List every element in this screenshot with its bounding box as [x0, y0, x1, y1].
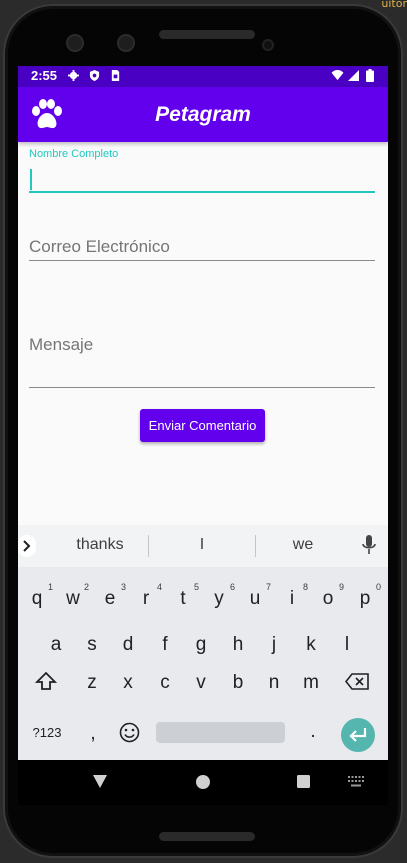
key-row3[interactable]: z [74, 672, 110, 694]
backspace-icon[interactable] [345, 673, 369, 690]
email-input-underline [29, 260, 375, 261]
shift-icon[interactable] [35, 671, 57, 691]
cell-signal-icon [348, 70, 359, 81]
wifi-icon [331, 70, 344, 81]
enter-key[interactable] [341, 718, 375, 752]
key-number-hint: 1 [48, 582, 54, 592]
comma-key[interactable]: , [75, 723, 111, 745]
corner-label: uitor [381, 0, 407, 10]
key-row3[interactable]: n [256, 672, 292, 694]
key-row2[interactable]: a [38, 634, 74, 656]
key-number-hint: 3 [121, 582, 127, 592]
message-input[interactable] [29, 334, 375, 356]
suggestion-1[interactable]: thanks [64, 536, 136, 554]
key-number-hint: 4 [157, 582, 163, 592]
name-input[interactable] [29, 168, 375, 190]
key-row2[interactable]: k [293, 634, 329, 656]
navigation-bar [18, 760, 388, 805]
key-row2[interactable]: g [183, 634, 219, 656]
suggestion-2[interactable]: I [168, 536, 236, 554]
shield-icon [89, 70, 100, 81]
key-row3[interactable]: m [293, 672, 329, 694]
key-row2[interactable]: l [329, 634, 365, 656]
space-bar[interactable] [156, 722, 285, 743]
microphone-icon[interactable] [362, 535, 376, 555]
key-row2[interactable]: d [110, 634, 146, 656]
key-number-hint: 9 [339, 582, 345, 592]
message-input-underline [29, 387, 375, 388]
name-field-label: Nombre Completo [29, 148, 119, 160]
period-key[interactable]: . [295, 721, 331, 743]
suggestion-strip: thanks I we [18, 525, 388, 567]
emoji-icon[interactable] [119, 722, 140, 743]
battery-icon [366, 69, 374, 82]
bottom-speaker [159, 832, 255, 841]
key-row3[interactable]: c [147, 672, 183, 694]
home-icon[interactable] [196, 775, 210, 789]
name-input-underline [29, 191, 375, 193]
key-row2[interactable]: h [220, 634, 256, 656]
key-number-hint: 0 [376, 582, 382, 592]
soft-keyboard: thanks I we q1w2e3r4t5y6u7i8o9p0 asdfghj… [18, 525, 388, 760]
suggestion-divider [148, 535, 149, 557]
proximity-sensor [262, 39, 274, 51]
submit-comment-button[interactable]: Enviar Comentario [140, 409, 265, 442]
suggestion-3[interactable]: we [270, 536, 336, 554]
text-cursor [30, 169, 32, 190]
screen: 2:55 Petagram Nombre Completo Correo Ele… [18, 66, 388, 805]
suggestion-divider [255, 535, 256, 557]
enter-arrow-icon [349, 728, 367, 742]
settings-icon [68, 70, 79, 81]
expand-chevron-icon[interactable] [18, 535, 36, 557]
status-time: 2:55 [31, 68, 58, 83]
key-number-hint: 8 [303, 582, 309, 592]
key-row3[interactable]: b [220, 672, 256, 694]
key-number-hint: 5 [194, 582, 200, 592]
email-input[interactable] [29, 236, 375, 258]
sim-card-icon [111, 70, 120, 81]
app-title: Petagram [155, 103, 251, 126]
key-row2[interactable]: s [74, 634, 110, 656]
front-camera-right [117, 34, 135, 52]
key-number-hint: 2 [84, 582, 90, 592]
symbols-key[interactable]: ?123 [29, 725, 65, 740]
app-bar: Petagram [18, 87, 388, 142]
keyboard-switch-icon[interactable] [348, 776, 364, 787]
recents-icon[interactable] [297, 775, 310, 788]
back-icon[interactable] [93, 775, 107, 788]
key-number-hint: 7 [266, 582, 272, 592]
front-camera-left [66, 34, 84, 52]
key-row2[interactable]: f [147, 634, 183, 656]
status-bar: 2:55 [18, 66, 388, 87]
key-row2[interactable]: j [256, 634, 292, 656]
earpiece-speaker [159, 30, 255, 39]
key-row3[interactable]: x [110, 672, 146, 694]
key-number-hint: 6 [230, 582, 236, 592]
key-row3[interactable]: v [183, 672, 219, 694]
